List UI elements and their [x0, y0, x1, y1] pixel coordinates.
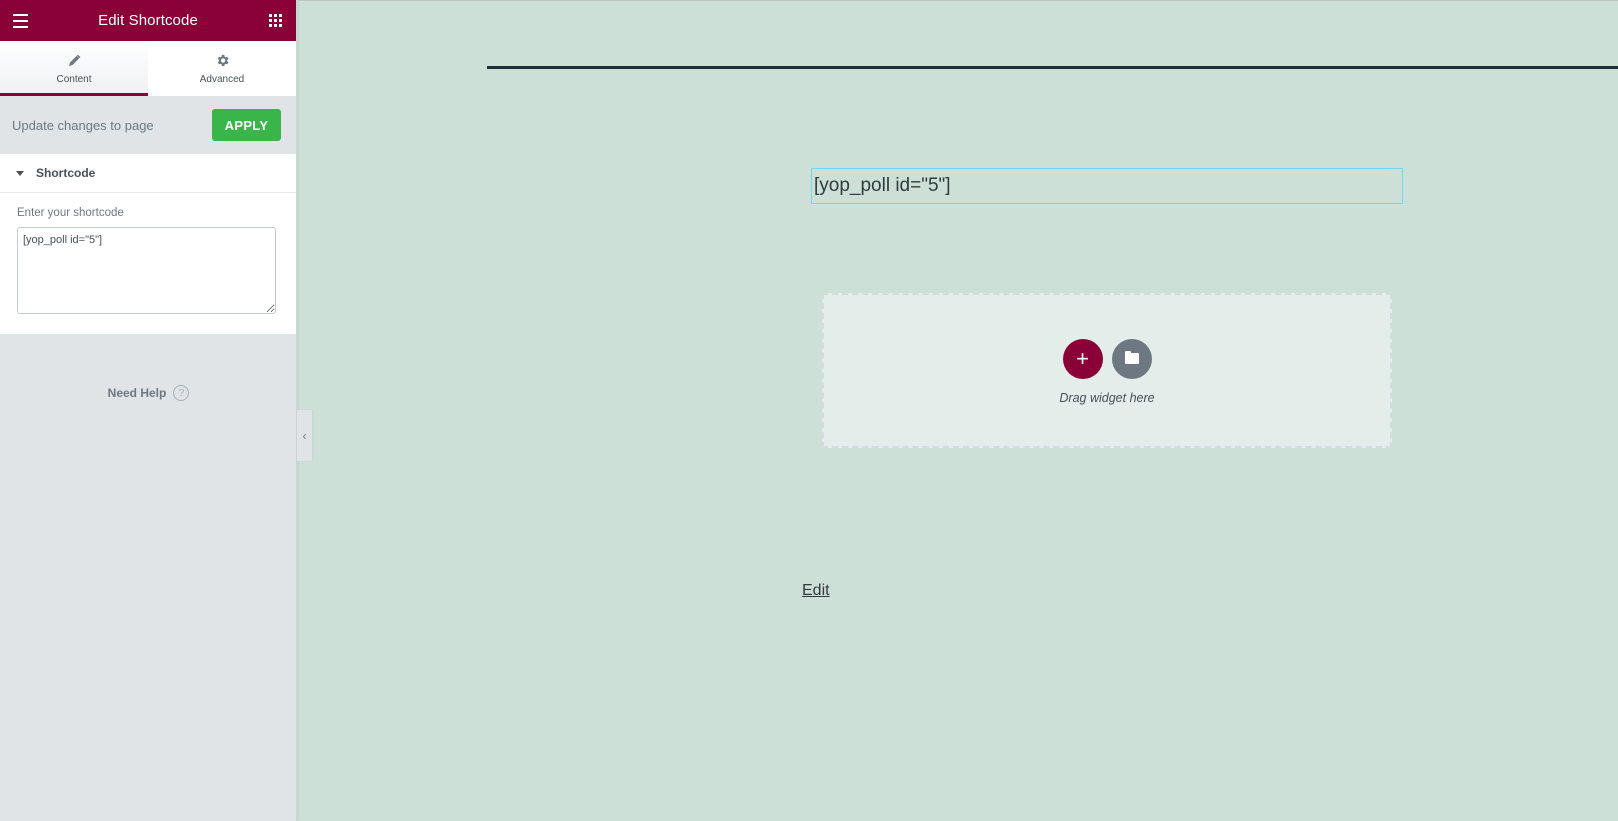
- hamburger-menu-icon[interactable]: [10, 11, 30, 31]
- shortcode-label: Enter your shortcode: [17, 207, 124, 219]
- add-section-button[interactable]: +: [1062, 338, 1103, 379]
- panel-title: Edit Shortcode: [98, 12, 198, 29]
- shortcode-widget[interactable]: [yop_poll id="5"]: [811, 168, 1403, 204]
- pencil-icon: [67, 53, 81, 69]
- tab-advanced[interactable]: Advanced: [148, 41, 296, 96]
- shortcode-widget-text: [yop_poll id="5"]: [814, 175, 951, 196]
- gear-icon: [215, 53, 230, 69]
- panel-tabs: Content Advanced: [0, 41, 296, 96]
- tab-content-label: Content: [56, 73, 92, 85]
- need-help-label: Need Help: [107, 386, 167, 400]
- tab-content[interactable]: Content: [0, 41, 148, 96]
- shortcode-input[interactable]: [17, 227, 276, 314]
- plus-icon: +: [1076, 345, 1089, 371]
- dropzone-buttons: +: [1062, 338, 1152, 379]
- apply-row: Update changes to page APPLY: [0, 96, 296, 154]
- need-help-link[interactable]: Need Help ?: [0, 385, 297, 401]
- editor-panel: Edit Shortcode Content Advanced Update c…: [0, 0, 297, 821]
- widget-dropzone[interactable]: + Drag widget here: [822, 293, 1392, 448]
- edit-link[interactable]: Edit: [802, 582, 830, 600]
- shortcode-section: Shortcode Enter your shortcode: [0, 154, 296, 334]
- question-circle-icon: ?: [173, 385, 190, 401]
- shortcode-section-toggle[interactable]: Shortcode: [0, 154, 296, 193]
- divider-line: [487, 66, 1618, 69]
- update-changes-label: Update changes to page: [12, 117, 154, 133]
- panel-header: Edit Shortcode: [0, 0, 296, 41]
- add-template-button[interactable]: [1111, 338, 1152, 379]
- tab-advanced-label: Advanced: [199, 73, 245, 85]
- widgets-grid-icon[interactable]: [266, 11, 286, 31]
- dropzone-text: Drag widget here: [1059, 390, 1155, 405]
- section-title: Shortcode: [36, 166, 96, 180]
- shortcode-control: Enter your shortcode: [0, 193, 296, 334]
- folder-icon: [1124, 351, 1139, 364]
- apply-button[interactable]: APPLY: [212, 109, 281, 141]
- caret-down-icon: [16, 170, 24, 176]
